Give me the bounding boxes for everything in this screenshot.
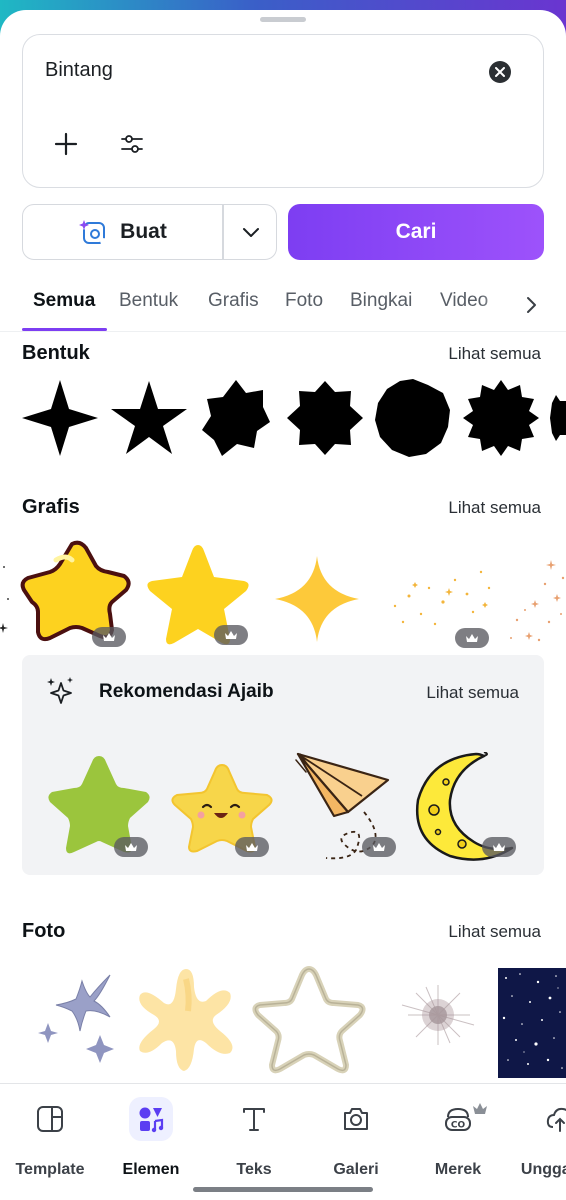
sliders-icon — [121, 135, 143, 153]
see-all-foto[interactable]: Lihat semua — [448, 922, 541, 942]
section-title-bentuk: Bentuk — [22, 342, 90, 364]
plus-icon — [54, 132, 78, 156]
upload-icon — [546, 1107, 566, 1132]
crown-icon — [373, 842, 385, 851]
nav-galeri[interactable]: Galeri — [306, 1084, 406, 1184]
shape-eight-point-star[interactable] — [287, 381, 363, 455]
home-indicator — [193, 1187, 373, 1192]
add-button[interactable] — [53, 131, 79, 157]
nav-teks[interactable]: Teks — [204, 1084, 304, 1184]
shape-partial-star[interactable] — [550, 395, 566, 441]
premium-badge — [482, 837, 516, 857]
search-input[interactable]: Bintang — [45, 59, 113, 82]
crown-icon — [493, 842, 505, 851]
tabs-scroll-right-button[interactable] — [524, 295, 538, 315]
graphic-orange-sparkles[interactable] — [505, 550, 566, 646]
premium-badge — [235, 837, 269, 857]
magic-item-smiling-star[interactable] — [167, 763, 277, 857]
magic-recommendations-title: Rekomendasi Ajaib — [99, 681, 274, 702]
shape-twelve-point-star[interactable] — [463, 380, 539, 456]
graphic-gold-dots[interactable] — [385, 558, 495, 650]
nav-elemen[interactable]: Elemen — [101, 1084, 201, 1184]
chevron-down-icon — [242, 228, 259, 237]
premium-badge — [214, 625, 248, 645]
search-button[interactable]: Cari — [288, 204, 544, 260]
magic-recommendations-panel: Rekomendasi Ajaib Lihat semua — [22, 655, 544, 875]
shape-seven-point-star[interactable] — [202, 380, 270, 456]
photo-night-sky[interactable] — [498, 968, 566, 1078]
create-button[interactable]: Buat — [23, 205, 222, 259]
filter-button[interactable] — [120, 133, 144, 155]
sparkle-edge-graphic — [0, 566, 9, 633]
starry-sky-graphic — [502, 973, 563, 1069]
camera-icon — [344, 1108, 368, 1130]
svg-text:CO: CO — [451, 1121, 466, 1131]
tab-bentuk[interactable]: Bentuk — [119, 290, 178, 312]
create-label: Buat — [120, 220, 167, 243]
crown-icon — [473, 1103, 487, 1114]
magic-item-crescent-moon[interactable] — [414, 751, 526, 864]
magic-create-icon — [79, 220, 106, 244]
create-options-button[interactable] — [223, 205, 278, 259]
nav-merek[interactable]: CO Merek — [408, 1084, 508, 1184]
premium-badge — [362, 837, 396, 857]
shape-four-point-star[interactable] — [22, 380, 98, 456]
photo-watercolor-star[interactable] — [130, 965, 242, 1077]
close-icon — [495, 67, 505, 77]
crown-icon — [246, 842, 258, 851]
tab-bingkai[interactable]: Bingkai — [350, 290, 412, 312]
nav-template[interactable]: Template — [0, 1084, 100, 1184]
tab-semua[interactable]: Semua — [33, 290, 95, 312]
nav-label-merek: Merek — [434, 1161, 482, 1178]
crown-icon — [466, 633, 478, 642]
shape-five-point-star[interactable] — [111, 381, 187, 455]
premium-badge — [92, 627, 126, 647]
nav-label-elemen: Elemen — [122, 1161, 180, 1178]
bottom-navigation: Template Elemen Teks Galeri CO Merek Ung… — [0, 1083, 566, 1200]
premium-badge — [455, 628, 489, 648]
elements-sheet: Bintang Buat Cari Semua Bentuk Grafis Fo… — [0, 10, 566, 1200]
photo-silver-stars[interactable] — [30, 965, 120, 1065]
search-card[interactable]: Bintang — [22, 34, 544, 188]
sheet-grabber[interactable] — [260, 17, 306, 22]
see-all-grafis[interactable]: Lihat semua — [448, 498, 541, 518]
crown-icon — [103, 632, 115, 641]
magic-item-lime-star[interactable] — [44, 752, 154, 857]
nav-unggahan[interactable]: Unggahan — [510, 1084, 566, 1184]
photo-glow-burst[interactable] — [390, 975, 480, 1061]
tab-foto[interactable]: Foto — [285, 290, 323, 312]
tab-grafis[interactable]: Grafis — [208, 290, 259, 312]
premium-badge — [114, 837, 148, 857]
see-all-bentuk[interactable]: Lihat semua — [448, 344, 541, 364]
category-tabs: Semua Bentuk Grafis Foto Bingkai Video — [0, 282, 566, 332]
graphic-four-point-sparkle[interactable] — [275, 556, 359, 642]
create-split-button: Buat — [22, 204, 277, 260]
section-title-foto: Foto — [22, 920, 66, 942]
shape-nine-point-star[interactable] — [375, 379, 451, 457]
brand-icon: CO — [445, 1107, 471, 1131]
crown-icon — [225, 630, 237, 639]
magic-item-paper-plane[interactable] — [292, 750, 402, 862]
nav-label-template: Template — [15, 1161, 85, 1178]
elements-icon — [139, 1107, 164, 1133]
section-title-grafis: Grafis — [22, 496, 80, 518]
tabs-fade — [480, 282, 566, 330]
active-tab-indicator — [22, 328, 107, 331]
nav-label-teks: Teks — [236, 1161, 272, 1178]
clear-search-button[interactable] — [489, 61, 511, 83]
template-icon — [37, 1106, 63, 1132]
text-icon — [243, 1108, 265, 1131]
sparkles-icon — [47, 677, 73, 704]
nav-label-galeri: Galeri — [333, 1161, 379, 1178]
crown-icon — [125, 842, 137, 851]
graphic-yellow-star[interactable] — [142, 543, 254, 653]
nav-label-unggahan: Unggahan — [520, 1161, 566, 1178]
photo-star-frame[interactable] — [250, 965, 368, 1077]
see-all-magic[interactable]: Lihat semua — [426, 683, 519, 703]
chevron-right-icon — [527, 297, 536, 313]
graphic-cartoon-star[interactable] — [20, 538, 132, 647]
